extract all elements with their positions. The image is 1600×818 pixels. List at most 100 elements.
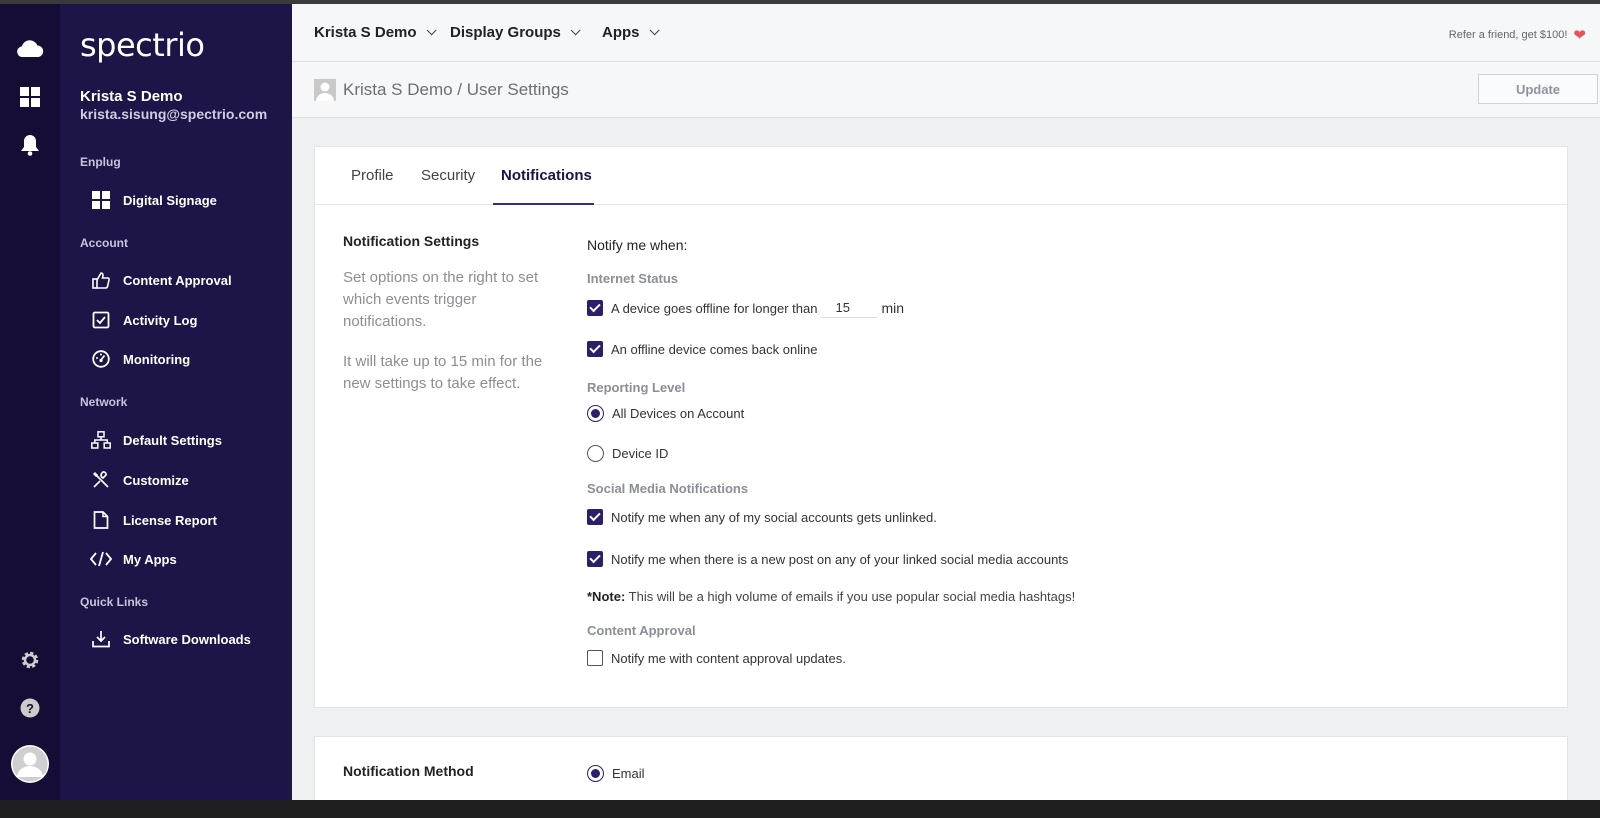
social-unlinked-option: Notify me when any of my social accounts…: [587, 509, 937, 525]
sidebar-item-monitoring[interactable]: Monitoring: [90, 347, 190, 371]
sidebar-item-content-approval[interactable]: Content Approval: [90, 268, 232, 292]
help-icon[interactable]: ?: [16, 694, 44, 722]
group-internet-status: Internet Status: [587, 271, 679, 286]
social-new-post-checkbox[interactable]: [587, 551, 603, 567]
sitemap-icon: [90, 429, 112, 451]
nav-label: Display Groups: [450, 24, 561, 41]
settings-tabs: Profile Security Notifications: [315, 147, 1567, 205]
nav-label: Krista S Demo: [314, 24, 417, 41]
social-new-post-option: Notify me when there is a new post on an…: [587, 551, 1068, 567]
sidebar-item-my-apps[interactable]: My Apps: [90, 547, 177, 571]
sidebar-item-label: Software Downloads: [123, 631, 251, 647]
tools-icon: [90, 469, 112, 491]
user-name: Krista S Demo: [80, 88, 183, 105]
nav-account-dropdown[interactable]: Krista S Demo: [314, 24, 437, 41]
offline-duration-checkbox[interactable]: [587, 300, 603, 316]
sidebar-item-label: Digital Signage: [123, 192, 217, 208]
gauge-icon: [90, 348, 112, 370]
sidebar-item-default-settings[interactable]: Default Settings: [90, 428, 222, 452]
social-unlinked-checkbox[interactable]: [587, 509, 603, 525]
active-tab-indicator: [493, 203, 594, 205]
bell-icon[interactable]: [16, 131, 44, 159]
sidebar-item-activity-log[interactable]: Activity Log: [90, 308, 197, 332]
sidebar-item-label: Activity Log: [123, 312, 198, 328]
section-network: Network: [80, 395, 128, 409]
breadcrumb: Krista S Demo / User Settings: [343, 80, 569, 99]
notification-method-card: Notification Method Email: [314, 736, 1568, 800]
sidebar-item-software-downloads[interactable]: Software Downloads: [90, 627, 251, 651]
tab-security[interactable]: Security: [421, 167, 475, 184]
section-account: Account: [80, 236, 128, 250]
nav-apps-dropdown[interactable]: Apps: [602, 24, 660, 41]
chevron-down-icon: [649, 25, 660, 36]
nav-display-groups-dropdown[interactable]: Display Groups: [450, 24, 581, 41]
reporting-all-devices-option: All Devices on Account: [587, 405, 744, 422]
document-icon: [90, 509, 112, 531]
social-note: *Note: This will be a high volume of ema…: [587, 589, 1075, 604]
checkbox-icon: [90, 309, 112, 331]
offline-minutes-input[interactable]: [821, 298, 878, 318]
option-label: All Devices on Account: [612, 406, 745, 421]
brand-logo[interactable]: spectrio: [80, 26, 205, 64]
option-label: An offline device comes back online: [611, 341, 818, 357]
back-online-checkbox[interactable]: [587, 341, 603, 357]
content-approval-option: Notify me with content approval updates.: [587, 650, 846, 666]
thumbs-up-icon: [90, 269, 112, 291]
content-approval-checkbox[interactable]: [587, 650, 603, 666]
tab-notifications[interactable]: Notifications: [501, 167, 592, 184]
sidebar-item-license-report[interactable]: License Report: [90, 508, 217, 532]
option-label: Device ID: [612, 446, 669, 461]
sidebar-item-label: Customize: [123, 472, 189, 488]
option-label: Notify me when any of my social accounts…: [611, 509, 937, 525]
refer-link[interactable]: Refer a friend, get $100! ❤: [1449, 26, 1586, 44]
option-label: Notify me when there is a new post on an…: [611, 551, 1069, 567]
nav-label: Apps: [602, 24, 640, 41]
sidebar: spectrio Krista S Demo krista.sisung@spe…: [60, 4, 292, 800]
group-content-approval: Content Approval: [587, 623, 696, 638]
section-title: Notification Settings: [343, 233, 480, 249]
note-text: This will be a high volume of emails if …: [628, 589, 1076, 604]
option-label: Notify me with content approval updates.: [611, 650, 846, 666]
sidebar-item-label: Monitoring: [123, 351, 191, 367]
option-label: Email: [612, 766, 645, 781]
top-nav: Krista S Demo Display Groups Apps Refer …: [292, 4, 1600, 62]
download-icon: [90, 628, 112, 650]
offline-duration-option: A device goes offline for longer than mi…: [587, 298, 904, 318]
email-radio[interactable]: [587, 765, 604, 782]
section-description: Set options on the right to set which ev…: [343, 269, 539, 330]
svg-text:?: ?: [26, 701, 34, 716]
grid-icon: [90, 189, 112, 211]
back-online-option: An offline device comes back online: [587, 341, 817, 357]
sidebar-item-customize[interactable]: Customize: [90, 468, 189, 492]
avatar-icon[interactable]: [10, 744, 50, 784]
update-button[interactable]: Update: [1478, 74, 1598, 104]
option-label: A device goes offline for longer than: [611, 300, 818, 316]
sidebar-item-label: Default Settings: [123, 432, 222, 448]
chevron-down-icon: [426, 25, 437, 36]
tab-profile[interactable]: Profile: [351, 167, 394, 184]
code-icon: [90, 548, 112, 570]
main-content: Krista S Demo Display Groups Apps Refer …: [292, 4, 1600, 800]
section-title: Notification Method: [343, 763, 474, 779]
section-quick-links: Quick Links: [80, 595, 149, 609]
breadcrumb-bar: Krista S Demo / User Settings Update: [292, 62, 1600, 118]
sidebar-item-label: My Apps: [123, 551, 177, 567]
group-reporting-level: Reporting Level: [587, 380, 686, 395]
section-description-delay: It will take up to 15 min for the new se…: [343, 353, 543, 392]
chevron-down-icon: [570, 25, 581, 36]
dashboard-icon[interactable]: [16, 83, 44, 111]
section-enplug: Enplug: [80, 155, 121, 169]
note-prefix: *Note:: [587, 589, 626, 604]
user-email: krista.sisung@spectrio.com: [80, 106, 268, 122]
sidebar-item-digital-signage[interactable]: Digital Signage: [90, 188, 217, 212]
sidebar-item-label: License Report: [123, 512, 217, 528]
all-devices-radio[interactable]: [587, 405, 604, 422]
reporting-device-id-option: Device ID: [587, 445, 668, 462]
icon-rail: ?: [0, 4, 60, 800]
gear-icon[interactable]: [16, 646, 44, 674]
cloud-icon[interactable]: [16, 34, 44, 62]
notification-settings-card: Profile Security Notifications Notificat…: [314, 146, 1568, 708]
user-avatar-icon: [314, 79, 336, 101]
device-id-radio[interactable]: [587, 445, 604, 462]
method-email-option: Email: [587, 765, 645, 782]
